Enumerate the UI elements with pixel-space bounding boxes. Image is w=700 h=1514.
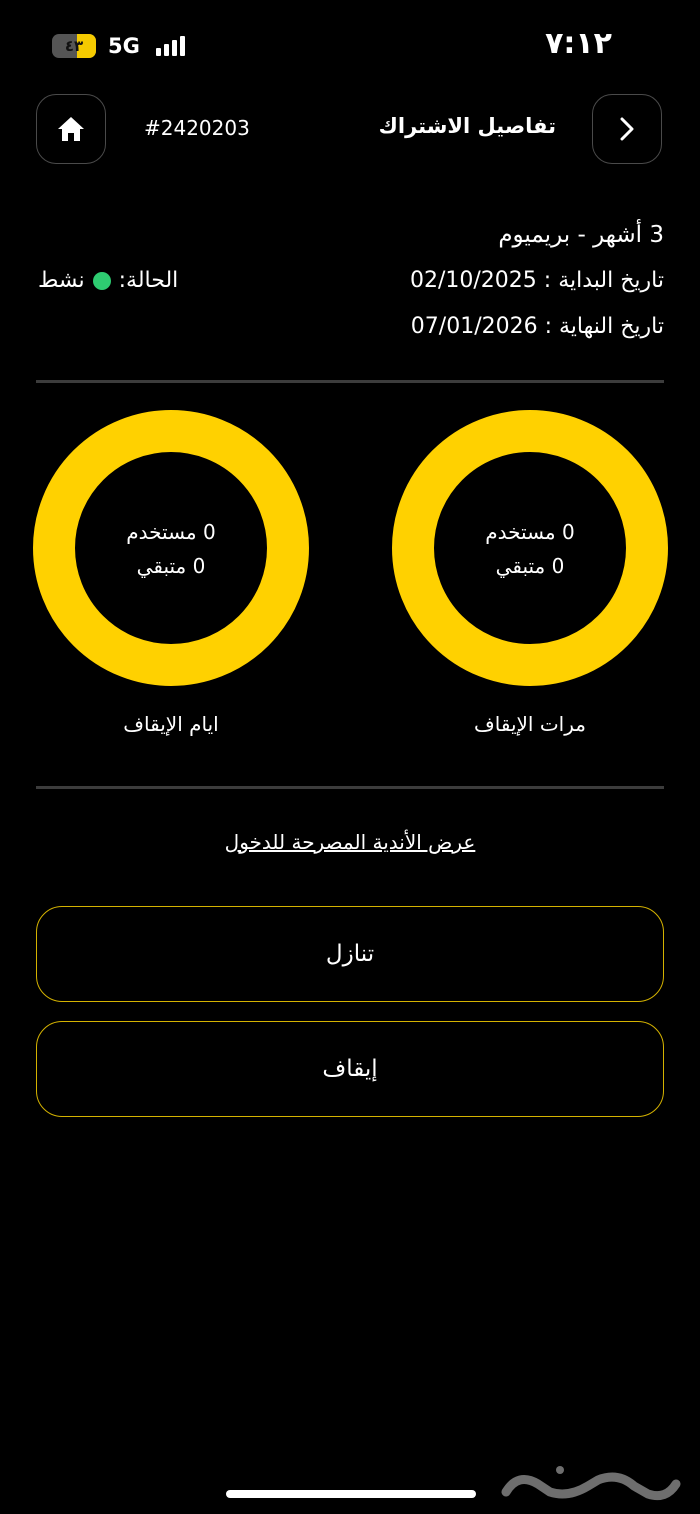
- freeze-count-label: مرات الإيقاف: [474, 712, 586, 736]
- chevron-right-icon: [620, 117, 634, 141]
- divider-bottom: [36, 786, 664, 789]
- signal-icon: [156, 36, 185, 56]
- page-title: تفاصيل الاشتراك: [378, 114, 556, 138]
- ring-used: 0 مستخدم: [485, 520, 575, 544]
- freeze-count-ring: 0 مستخدم 0 متبقي: [392, 410, 668, 686]
- subscription-id: #2420203: [144, 116, 250, 140]
- network-type: 5G: [108, 34, 140, 58]
- freeze-button[interactable]: إيقاف: [36, 1021, 664, 1117]
- freeze-days-ring: 0 مستخدم 0 متبقي: [33, 410, 309, 686]
- status-row: الحالة: نشط: [38, 268, 178, 293]
- haraj-watermark-logo: [501, 1466, 681, 1501]
- status-value: نشط: [38, 268, 85, 293]
- battery-percent: ٤٣: [64, 37, 84, 55]
- ring-graphic: [392, 410, 668, 686]
- waive-button[interactable]: تنازل: [36, 906, 664, 1002]
- home-icon: [58, 117, 84, 141]
- back-button[interactable]: [592, 94, 662, 164]
- ring-remaining: 0 متبقي: [136, 554, 206, 578]
- freeze-days-label: ايام الإيقاف: [123, 712, 219, 736]
- status-dot-icon: [92, 271, 111, 290]
- plan-name: 3 أشهر - بريميوم: [498, 222, 664, 248]
- home-indicator[interactable]: [226, 1490, 476, 1498]
- status-time: ٧:١٢: [545, 26, 612, 61]
- ring-used: 0 مستخدم: [126, 520, 216, 544]
- ring-remaining: 0 متبقي: [495, 554, 565, 578]
- authorized-clubs-link[interactable]: عرض الأندية المصرحة للدخول: [0, 830, 700, 854]
- start-date: تاريخ البداية : 02/10/2025: [409, 268, 664, 293]
- ring-graphic: [33, 410, 309, 686]
- end-date: تاريخ النهاية : 07/01/2026: [410, 314, 664, 339]
- divider-top: [36, 380, 664, 383]
- status-label: الحالة:: [118, 268, 179, 293]
- home-button[interactable]: [36, 94, 106, 164]
- battery-icon: ٤٣: [52, 34, 96, 58]
